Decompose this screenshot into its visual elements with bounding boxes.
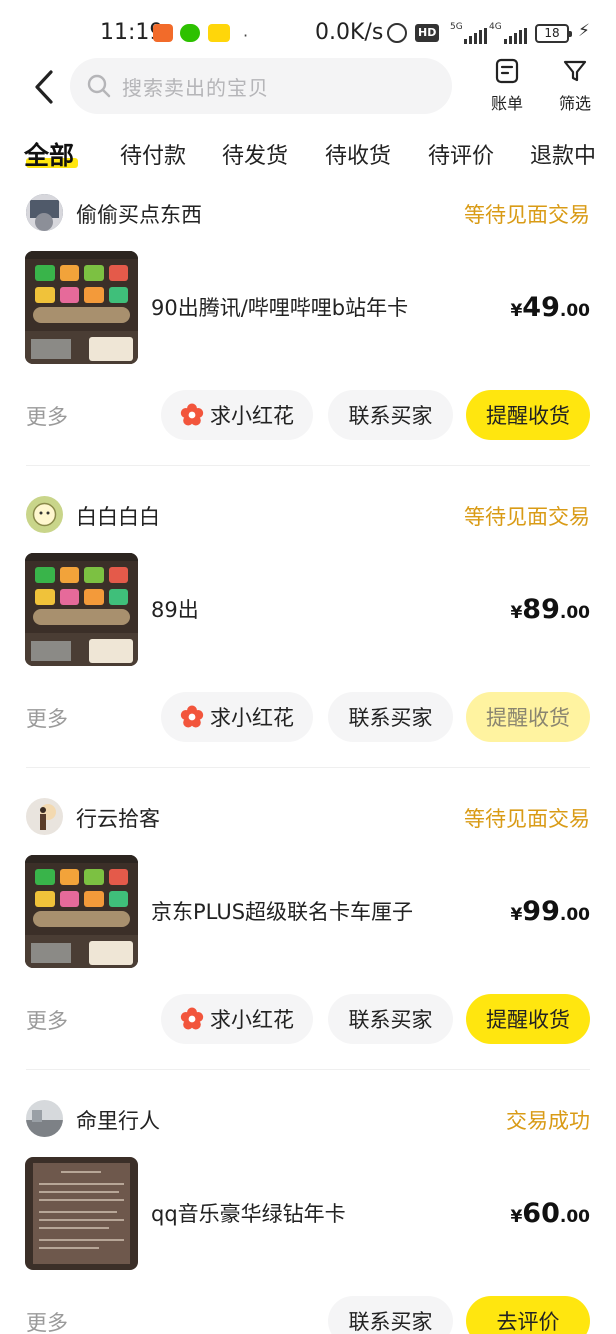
more-button[interactable]: 更多: [26, 1307, 68, 1334]
product-thumbnail[interactable]: [25, 1157, 138, 1270]
order-card[interactable]: 命里行人 交易成功 qq音乐豪华绿钻年卡 ¥60.00 更多 联系买家 去评价: [0, 906, 616, 1334]
order-card[interactable]: 偷偷买点东西 等待见面交易 90出腾讯/哔哩哔哩b站年卡 ¥49.00 更多 求…: [0, 0, 616, 466]
order-card[interactable]: 行云拾客 等待见面交易 京东PLUS超级联名卡车厘子 ¥99.00 更多 求小红…: [0, 604, 616, 1070]
order-card[interactable]: 白白白白 等待见面交易 89出 ¥89.00 更多 求小红花 联系买家 提醒收货: [0, 302, 616, 768]
tab-all[interactable]: 全部: [24, 136, 74, 172]
order-status: 等待见面交易: [464, 203, 590, 227]
avatar: [26, 1100, 63, 1137]
buyer-name: 偷偷买点东西: [76, 203, 202, 227]
avatar: [26, 496, 63, 533]
avatar: [26, 798, 63, 835]
order-status: 交易成功: [506, 1109, 590, 1133]
buyer-name: 白白白白: [76, 505, 160, 529]
avatar: [26, 194, 63, 231]
buyer-name: 命里行人: [76, 1109, 160, 1133]
contact-buyer-button[interactable]: 联系买家: [328, 1296, 453, 1334]
order-status: 等待见面交易: [464, 505, 590, 529]
order-status: 等待见面交易: [464, 807, 590, 831]
review-button[interactable]: 去评价: [466, 1296, 590, 1334]
buyer-name: 行云拾客: [76, 807, 160, 831]
product-price: ¥60.00: [510, 1198, 590, 1229]
product-title[interactable]: qq音乐豪华绿钻年卡: [151, 1198, 346, 1228]
